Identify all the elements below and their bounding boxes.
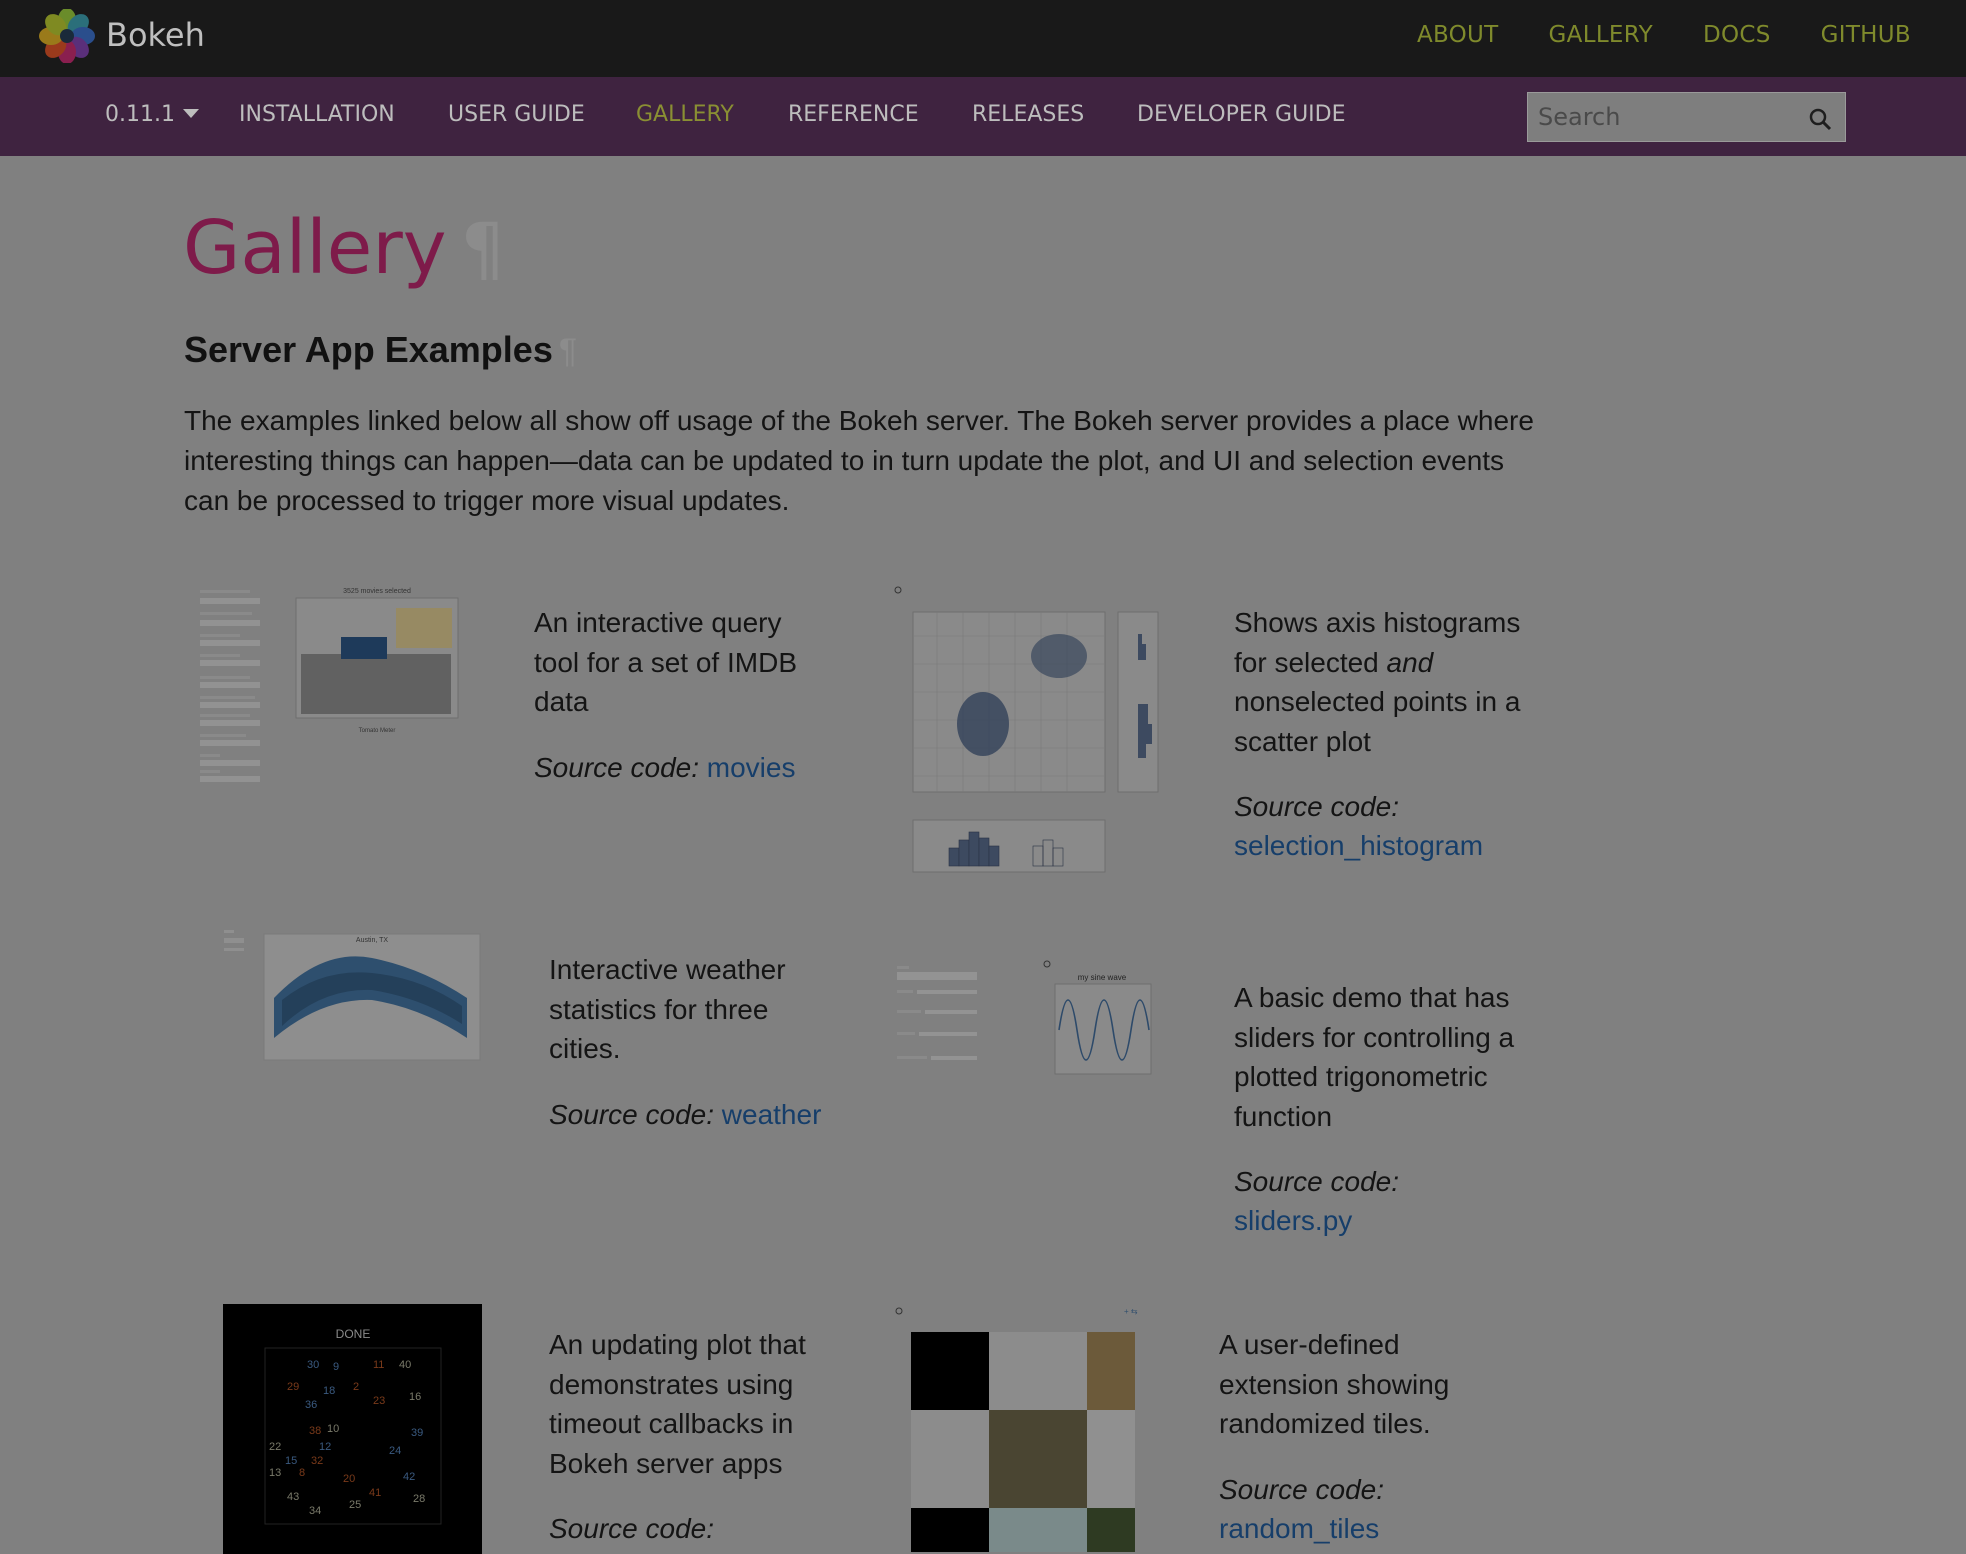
title-permalink[interactable]: ¶	[461, 208, 506, 290]
topnav-about[interactable]: ABOUT	[1417, 22, 1499, 48]
top-nav: ABOUT GALLERY DOCS GITHUB	[1417, 22, 1911, 48]
timeout-source: Source code:	[549, 1509, 714, 1548]
top-navbar: Bokeh ABOUT GALLERY DOCS GITHUB	[0, 0, 1966, 77]
search-input[interactable]	[1538, 101, 1788, 133]
section-permalink[interactable]: ¶	[559, 332, 577, 370]
random-tiles-link[interactable]: random_tiles	[1219, 1513, 1379, 1544]
movies-thumb-title: 3525 movies selected	[343, 588, 411, 595]
svg-text:13: 13	[269, 1467, 281, 1479]
page-title: Gallery ¶	[183, 205, 505, 291]
random-tiles-source: Source code: random_tiles	[1219, 1470, 1384, 1548]
svg-text:15: 15	[285, 1455, 297, 1467]
weather-source: Source code: weather	[549, 1095, 821, 1134]
svg-text:40: 40	[399, 1359, 411, 1371]
svg-text:10: 10	[327, 1423, 339, 1435]
selection-histogram-thumbnail[interactable]	[893, 584, 1168, 882]
svg-text:25: 25	[349, 1499, 361, 1511]
svg-text:22: 22	[269, 1441, 281, 1453]
movies-description: An interactive query tool for a set of I…	[534, 607, 797, 717]
svg-text:24: 24	[389, 1445, 401, 1457]
subnav-gallery[interactable]: GALLERY	[636, 102, 734, 127]
source-label: Source code:	[1234, 791, 1399, 822]
weather-link[interactable]: weather	[722, 1099, 822, 1130]
page-title-text: Gallery	[183, 205, 447, 291]
svg-text:Tomato Meter: Tomato Meter	[359, 728, 396, 734]
svg-text:11: 11	[373, 1359, 384, 1371]
version-dropdown[interactable]: 0.11.1	[105, 102, 199, 127]
svg-text:28: 28	[413, 1493, 425, 1505]
movies-thumbnail[interactable]: 3525 movies selected Tomato Meter	[196, 584, 464, 784]
subnav-developer-guide[interactable]: DEVELOPER GUIDE	[1137, 102, 1346, 127]
subnav-installation[interactable]: INSTALLATION	[239, 102, 395, 127]
search-box	[1527, 92, 1846, 142]
topnav-gallery[interactable]: GALLERY	[1549, 22, 1653, 48]
sliders-thumbnail[interactable]: my sine wave	[895, 960, 1165, 1086]
svg-text:36: 36	[305, 1399, 317, 1411]
svg-text:39: 39	[411, 1427, 423, 1439]
timeout-thumb-title: DONE	[336, 1327, 371, 1341]
selection-histogram-link[interactable]: selection_histogram	[1234, 830, 1483, 861]
source-label: Source code:	[549, 1513, 714, 1544]
source-label: Source code:	[1219, 1474, 1384, 1505]
svg-text:29: 29	[287, 1381, 299, 1393]
selection-histogram-description: Shows axis histograms for selected and n…	[1234, 607, 1521, 757]
svg-text:20: 20	[343, 1473, 355, 1485]
topnav-docs[interactable]: DOCS	[1703, 22, 1771, 48]
svg-text:2: 2	[353, 1381, 359, 1393]
svg-text:43: 43	[287, 1491, 299, 1503]
subnav-user-guide[interactable]: USER GUIDE	[448, 102, 585, 127]
svg-text:41: 41	[369, 1487, 381, 1499]
source-label: Source code:	[534, 752, 699, 783]
caret-down-icon	[182, 109, 199, 118]
weather-thumb-title: Austin, TX	[356, 937, 388, 944]
sliders-description: A basic demo that has sliders for contro…	[1234, 982, 1515, 1132]
selection-histogram-source: Source code: selection_histogram	[1234, 787, 1554, 865]
timeout-thumbnail[interactable]: DONE 30 9 11 40 29 18 2 16 36 23 38 10 39 22 12…	[223, 1304, 482, 1554]
random-tiles-description: A user-defined extension showing randomi…	[1219, 1329, 1450, 1439]
random-tiles-thumbnail[interactable]: + ⇆	[894, 1306, 1144, 1554]
subnav-releases[interactable]: RELEASES	[972, 102, 1084, 127]
svg-text:8: 8	[299, 1467, 305, 1479]
bokeh-logo-icon[interactable]	[38, 9, 96, 63]
source-label: Source code:	[549, 1099, 714, 1130]
svg-text:18: 18	[323, 1385, 335, 1397]
weather-thumbnail[interactable]: Austin, TX	[222, 928, 484, 1064]
timeout-description: An updating plot that demonstrates using…	[549, 1329, 806, 1479]
sliders-link[interactable]: sliders.py	[1234, 1205, 1352, 1236]
svg-text:30: 30	[307, 1359, 319, 1371]
movies-link[interactable]: movies	[707, 752, 796, 783]
brand-name[interactable]: Bokeh	[106, 16, 205, 54]
subnav-reference[interactable]: REFERENCE	[788, 102, 919, 127]
svg-text:+ ⇆: + ⇆	[1124, 1307, 1138, 1316]
movies-source: Source code: movies	[534, 748, 795, 787]
section-title-text: Server App Examples	[184, 329, 553, 370]
search-icon[interactable]	[1807, 106, 1833, 132]
sliders-source: Source code: sliders.py	[1234, 1162, 1554, 1240]
weather-description: Interactive weather statistics for three…	[549, 954, 786, 1064]
svg-text:42: 42	[403, 1471, 415, 1483]
source-label: Source code:	[1234, 1166, 1399, 1197]
svg-text:9: 9	[333, 1361, 339, 1373]
svg-text:32: 32	[311, 1455, 323, 1467]
svg-text:38: 38	[309, 1425, 321, 1437]
svg-text:34: 34	[309, 1505, 321, 1517]
svg-text:12: 12	[319, 1441, 331, 1453]
svg-text:16: 16	[409, 1391, 421, 1403]
section-title: Server App Examples ¶	[184, 329, 577, 371]
svg-text:23: 23	[373, 1395, 385, 1407]
intro-paragraph: The examples linked below all show off u…	[184, 405, 1534, 516]
sliders-thumb-title: my sine wave	[1078, 973, 1127, 982]
version-label: 0.11.1	[105, 102, 175, 127]
topnav-github[interactable]: GITHUB	[1821, 22, 1911, 48]
